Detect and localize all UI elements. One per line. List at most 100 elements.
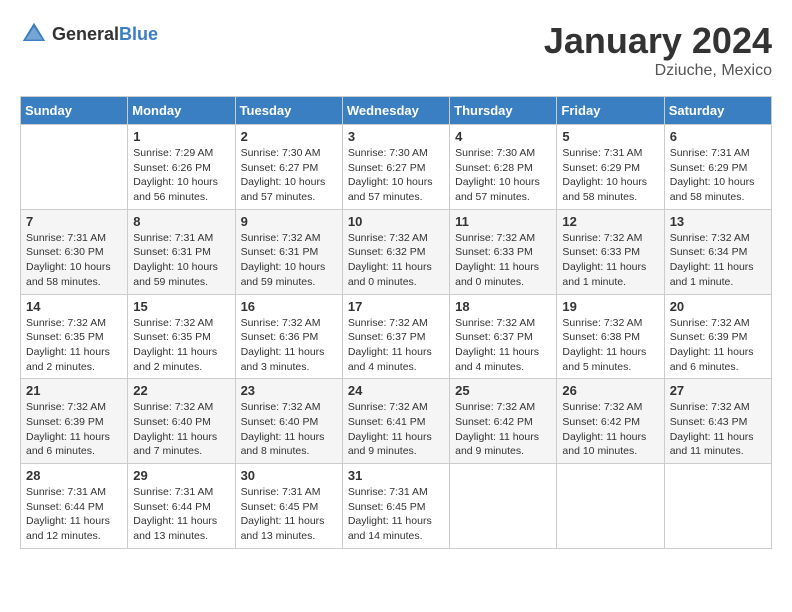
day-number: 12 [562, 214, 658, 229]
calendar-table: SundayMondayTuesdayWednesdayThursdayFrid… [20, 96, 772, 549]
day-number: 3 [348, 129, 444, 144]
day-number: 7 [26, 214, 122, 229]
day-info: Sunrise: 7:31 AM Sunset: 6:45 PM Dayligh… [241, 485, 337, 544]
day-info: Sunrise: 7:31 AM Sunset: 6:44 PM Dayligh… [26, 485, 122, 544]
day-number: 6 [670, 129, 766, 144]
day-info: Sunrise: 7:32 AM Sunset: 6:42 PM Dayligh… [562, 400, 658, 459]
day-number: 15 [133, 299, 229, 314]
calendar-cell [21, 125, 128, 210]
calendar-cell: 7 Sunrise: 7:31 AM Sunset: 6:30 PM Daylig… [21, 209, 128, 294]
calendar-cell: 9Sunrise: 7:32 AM Sunset: 6:31 PM Daylig… [235, 209, 342, 294]
day-number: 14 [26, 299, 122, 314]
day-number: 11 [455, 214, 551, 229]
calendar-cell: 28 Sunrise: 7:31 AM Sunset: 6:44 PM Dayli… [21, 464, 128, 549]
logo-general-text: General [52, 24, 119, 44]
day-number: 24 [348, 383, 444, 398]
calendar-weekday-wednesday: Wednesday [342, 97, 449, 125]
logo-blue-text: Blue [119, 24, 158, 44]
day-info: Sunrise: 7:32 AM Sunset: 6:33 PM Dayligh… [562, 231, 658, 290]
day-info: Sunrise: 7:32 AM Sunset: 6:39 PM Dayligh… [670, 316, 766, 375]
day-number: 9 [241, 214, 337, 229]
calendar-week-row: 14 Sunrise: 7:32 AM Sunset: 6:35 PM Dayli… [21, 294, 772, 379]
day-info: Sunrise: 7:32 AM Sunset: 6:41 PM Dayligh… [348, 400, 444, 459]
calendar-header-row: SundayMondayTuesdayWednesdayThursdayFrid… [21, 97, 772, 125]
calendar-cell [664, 464, 771, 549]
calendar-cell: 4 Sunrise: 7:30 AM Sunset: 6:28 PM Daylig… [450, 125, 557, 210]
day-number: 19 [562, 299, 658, 314]
day-info: Sunrise: 7:31 AM Sunset: 6:44 PM Dayligh… [133, 485, 229, 544]
calendar-cell: 19 Sunrise: 7:32 AM Sunset: 6:38 PM Dayli… [557, 294, 664, 379]
calendar-cell: 6Sunrise: 7:31 AM Sunset: 6:29 PM Daylig… [664, 125, 771, 210]
calendar-cell: 12 Sunrise: 7:32 AM Sunset: 6:33 PM Dayli… [557, 209, 664, 294]
day-info: Sunrise: 7:32 AM Sunset: 6:36 PM Dayligh… [241, 316, 337, 375]
calendar-cell: 13 Sunrise: 7:32 AM Sunset: 6:34 PM Dayli… [664, 209, 771, 294]
calendar-cell: 8Sunrise: 7:31 AM Sunset: 6:31 PM Daylig… [128, 209, 235, 294]
day-number: 27 [670, 383, 766, 398]
page-title: January 2024 [544, 20, 772, 62]
day-number: 2 [241, 129, 337, 144]
day-info: Sunrise: 7:30 AM Sunset: 6:27 PM Dayligh… [348, 146, 444, 205]
day-number: 13 [670, 214, 766, 229]
day-info: Sunrise: 7:32 AM Sunset: 6:43 PM Dayligh… [670, 400, 766, 459]
calendar-cell: 25 Sunrise: 7:32 AM Sunset: 6:42 PM Dayli… [450, 379, 557, 464]
day-info: Sunrise: 7:32 AM Sunset: 6:34 PM Dayligh… [670, 231, 766, 290]
calendar-cell: 14 Sunrise: 7:32 AM Sunset: 6:35 PM Dayli… [21, 294, 128, 379]
day-info: Sunrise: 7:32 AM Sunset: 6:35 PM Dayligh… [133, 316, 229, 375]
calendar-cell: 27 Sunrise: 7:32 AM Sunset: 6:43 PM Dayli… [664, 379, 771, 464]
day-info: Sunrise: 7:32 AM Sunset: 6:42 PM Dayligh… [455, 400, 551, 459]
calendar-cell: 1 Sunrise: 7:29 AM Sunset: 6:26 PM Daylig… [128, 125, 235, 210]
day-info: Sunrise: 7:32 AM Sunset: 6:38 PM Dayligh… [562, 316, 658, 375]
day-number: 17 [348, 299, 444, 314]
title-block: January 2024 Dziuche, Mexico [544, 20, 772, 80]
day-info: Sunrise: 7:30 AM Sunset: 6:27 PM Dayligh… [241, 146, 337, 205]
calendar-weekday-saturday: Saturday [664, 97, 771, 125]
calendar-cell: 3 Sunrise: 7:30 AM Sunset: 6:27 PM Daylig… [342, 125, 449, 210]
day-number: 29 [133, 468, 229, 483]
calendar-cell: 21 Sunrise: 7:32 AM Sunset: 6:39 PM Dayli… [21, 379, 128, 464]
calendar-weekday-monday: Monday [128, 97, 235, 125]
page-subtitle: Dziuche, Mexico [544, 62, 772, 80]
day-info: Sunrise: 7:32 AM Sunset: 6:35 PM Dayligh… [26, 316, 122, 375]
calendar-cell: 15 Sunrise: 7:32 AM Sunset: 6:35 PM Dayli… [128, 294, 235, 379]
logo: GeneralBlue [20, 20, 158, 48]
calendar-weekday-thursday: Thursday [450, 97, 557, 125]
day-info: Sunrise: 7:31 AM Sunset: 6:30 PM Dayligh… [26, 231, 122, 290]
calendar-cell [557, 464, 664, 549]
calendar-cell: 30Sunrise: 7:31 AM Sunset: 6:45 PM Dayli… [235, 464, 342, 549]
calendar-cell: 22 Sunrise: 7:32 AM Sunset: 6:40 PM Dayli… [128, 379, 235, 464]
calendar-week-row: 1 Sunrise: 7:29 AM Sunset: 6:26 PM Daylig… [21, 125, 772, 210]
day-info: Sunrise: 7:29 AM Sunset: 6:26 PM Dayligh… [133, 146, 229, 205]
calendar-cell: 24 Sunrise: 7:32 AM Sunset: 6:41 PM Dayli… [342, 379, 449, 464]
calendar-week-row: 7 Sunrise: 7:31 AM Sunset: 6:30 PM Daylig… [21, 209, 772, 294]
calendar-cell: 31Sunrise: 7:31 AM Sunset: 6:45 PM Dayli… [342, 464, 449, 549]
calendar-weekday-tuesday: Tuesday [235, 97, 342, 125]
day-number: 22 [133, 383, 229, 398]
day-info: Sunrise: 7:32 AM Sunset: 6:37 PM Dayligh… [348, 316, 444, 375]
day-number: 28 [26, 468, 122, 483]
day-info: Sunrise: 7:32 AM Sunset: 6:37 PM Dayligh… [455, 316, 551, 375]
day-number: 8 [133, 214, 229, 229]
logo-icon [20, 20, 48, 48]
calendar-cell [450, 464, 557, 549]
day-info: Sunrise: 7:32 AM Sunset: 6:32 PM Dayligh… [348, 231, 444, 290]
day-info: Sunrise: 7:32 AM Sunset: 6:40 PM Dayligh… [133, 400, 229, 459]
day-number: 21 [26, 383, 122, 398]
day-info: Sunrise: 7:30 AM Sunset: 6:28 PM Dayligh… [455, 146, 551, 205]
day-info: Sunrise: 7:32 AM Sunset: 6:33 PM Dayligh… [455, 231, 551, 290]
day-number: 26 [562, 383, 658, 398]
day-number: 25 [455, 383, 551, 398]
page-header: GeneralBlue January 2024 Dziuche, Mexico [20, 20, 772, 80]
day-number: 23 [241, 383, 337, 398]
calendar-cell: 18Sunrise: 7:32 AM Sunset: 6:37 PM Dayli… [450, 294, 557, 379]
calendar-cell: 11 Sunrise: 7:32 AM Sunset: 6:33 PM Dayli… [450, 209, 557, 294]
day-number: 16 [241, 299, 337, 314]
day-number: 4 [455, 129, 551, 144]
calendar-cell: 5Sunrise: 7:31 AM Sunset: 6:29 PM Daylig… [557, 125, 664, 210]
calendar-week-row: 21 Sunrise: 7:32 AM Sunset: 6:39 PM Dayli… [21, 379, 772, 464]
day-number: 1 [133, 129, 229, 144]
calendar-cell: 16 Sunrise: 7:32 AM Sunset: 6:36 PM Dayli… [235, 294, 342, 379]
calendar-cell: 26 Sunrise: 7:32 AM Sunset: 6:42 PM Dayli… [557, 379, 664, 464]
calendar-weekday-friday: Friday [557, 97, 664, 125]
day-info: Sunrise: 7:32 AM Sunset: 6:39 PM Dayligh… [26, 400, 122, 459]
calendar-cell: 29 Sunrise: 7:31 AM Sunset: 6:44 PM Dayli… [128, 464, 235, 549]
